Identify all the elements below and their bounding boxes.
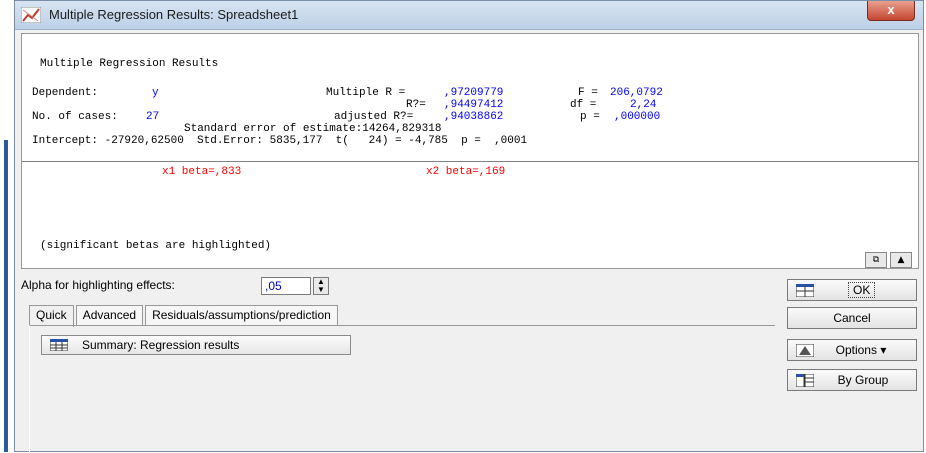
std-error-estimate: Standard error of estimate:14264,829318 [184, 123, 442, 135]
tab-strip: Quick Advanced Residuals/assumptions/pre… [29, 305, 340, 327]
tab-advanced[interactable]: Advanced [75, 305, 144, 325]
p-value: ,000000 [614, 111, 661, 123]
tab-quick[interactable]: Quick [29, 305, 74, 327]
cancel-button[interactable]: Cancel [787, 307, 917, 329]
tab-residuals[interactable]: Residuals/assumptions/prediction [145, 305, 338, 325]
window-title: Multiple Regression Results: Spreadsheet… [49, 7, 299, 22]
close-icon: x [887, 2, 895, 17]
ok-label: OK [848, 282, 876, 298]
scroll-up-icon[interactable]: ▲ [890, 252, 912, 268]
results-mini-buttons: ⧉ ▲ [865, 252, 912, 268]
results-heading: Multiple Regression Results [40, 58, 219, 70]
spin-down-icon[interactable]: ▼ [314, 286, 328, 294]
by-group-label: By Group [837, 373, 889, 387]
options-button[interactable]: Options ▾ [787, 339, 917, 361]
multiple-r-label: Multiple R = [326, 87, 406, 99]
results-divider [22, 161, 918, 162]
cases-label: No. of cases: [32, 111, 118, 123]
r2-label: R?= [406, 99, 426, 111]
summary-table-icon [50, 339, 68, 351]
significance-note: (significant betas are highlighted) [40, 240, 272, 252]
x1-beta: x1 beta=,833 [162, 166, 242, 178]
summary-button-label: Summary: Regression results [82, 338, 240, 352]
adjusted-r2-label: adjusted R?= [334, 111, 414, 123]
df-label: df = [570, 99, 597, 111]
summary-regression-button[interactable]: Summary: Regression results [41, 335, 351, 355]
by-group-button[interactable]: By Group [787, 369, 917, 391]
alpha-label: Alpha for highlighting effects: [21, 278, 175, 292]
ok-table-icon [796, 284, 814, 297]
cases-value: 27 [146, 111, 160, 123]
dependent-label: Dependent: [32, 87, 99, 99]
background-strip [0, 0, 14, 452]
close-button[interactable]: x [867, 1, 915, 21]
dependent-value: y [152, 87, 159, 99]
results-window: Multiple Regression Results: Spreadsheet… [14, 0, 924, 453]
adjusted-r2-value: ,94038862 [444, 111, 504, 123]
x2-beta: x2 beta=,169 [426, 166, 506, 178]
p-label: p = [580, 111, 600, 123]
alpha-spinner[interactable]: ▲ ▼ [313, 277, 329, 295]
r2-value: ,94497412 [444, 99, 504, 111]
title-bar[interactable]: Multiple Regression Results: Spreadsheet… [15, 1, 923, 30]
cancel-label: Cancel [833, 311, 871, 325]
ok-button[interactable]: OK [787, 279, 917, 301]
chart-app-icon [21, 7, 41, 23]
alpha-input[interactable]: ,05 [261, 277, 311, 295]
chevron-down-icon: ▾ [880, 343, 887, 357]
options-label: Options ▾ [835, 343, 887, 357]
results-output-pane[interactable]: Multiple Regression Results Dependent: y… [21, 33, 919, 269]
df-value: 2,24 [630, 99, 657, 111]
desktop-edge [4, 140, 8, 452]
intercept-line: Intercept: -27920,62500 Std.Error: 5835,… [32, 135, 528, 147]
f-label: F = [578, 87, 598, 99]
copy-icon[interactable]: ⧉ [865, 252, 887, 268]
f-value: 206,0792 [610, 87, 663, 99]
multiple-r-value: ,97209779 [444, 87, 504, 99]
